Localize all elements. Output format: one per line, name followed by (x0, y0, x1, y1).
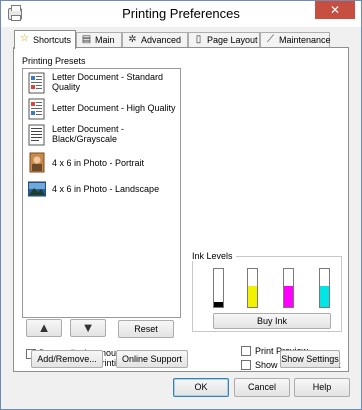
preset-item[interactable]: Letter Document - Black/Grayscale (26, 123, 176, 147)
ink-levels-group: Buy Ink (192, 256, 342, 332)
ink-fill-black (214, 302, 223, 307)
page-icon: ▯ (195, 34, 202, 45)
shortcuts-panel: Printing Presets Letter Document - Stand… (13, 47, 349, 372)
print-preview-checkbox[interactable] (241, 346, 251, 356)
add-remove-button[interactable]: Add/Remove... (31, 350, 103, 368)
tab-advanced[interactable]: ✲ Advanced (122, 32, 188, 48)
preset-item[interactable]: 4 x 6 in Photo - Portrait (26, 151, 176, 175)
tab-label: Main (95, 35, 115, 45)
tab-label: Shortcuts (33, 35, 72, 45)
preset-label: Letter Document - Black/Grayscale (52, 124, 125, 144)
preset-item[interactable]: Letter Document - Standard Quality (26, 71, 176, 95)
ink-levels-label: Ink Levels (192, 251, 236, 261)
ink-fill-magenta (284, 286, 293, 307)
preset-item[interactable]: Letter Document - High Quality (26, 97, 176, 121)
online-support-button[interactable]: Online Support (116, 350, 188, 368)
preset-label: 4 x 6 in Photo - Landscape (52, 184, 160, 194)
ink-bar-yellow (247, 268, 258, 308)
ink-bar-black (213, 268, 224, 308)
document-color-icon (28, 72, 46, 94)
move-down-button[interactable]: ▼ (70, 319, 106, 337)
tab-main[interactable]: ▤ Main (76, 32, 122, 48)
dialog-client-area: ☆ Shortcuts ▤ Main ✲ Advanced ▯ Page Lay… (8, 29, 354, 403)
tab-maintenance[interactable]: ⟋ Maintenance (260, 32, 331, 48)
photo-portrait-icon (28, 152, 46, 174)
printing-preferences-window: Printing Preferences ✕ ☆ Shortcuts ▤ Mai… (0, 0, 362, 410)
printing-presets-label: Printing Presets (22, 56, 86, 66)
reset-button[interactable]: Reset (118, 320, 174, 338)
printing-presets-list[interactable]: Letter Document - Standard Quality Lette… (22, 68, 181, 318)
move-up-button[interactable]: ▲ (26, 319, 62, 337)
show-screen-first-checkbox[interactable] (241, 360, 251, 370)
buy-ink-button[interactable]: Buy Ink (213, 313, 331, 329)
preset-item[interactable]: 4 x 6 in Photo - Landscape (26, 177, 176, 201)
show-settings-button[interactable]: Show Settings (280, 350, 340, 368)
ink-fill-cyan (320, 286, 329, 307)
tab-label: Maintenance (279, 35, 331, 45)
ink-bar-magenta (283, 268, 294, 308)
document-high-quality-icon (28, 98, 46, 120)
title-bar: Printing Preferences ✕ (1, 1, 361, 27)
tab-label: Advanced (141, 35, 182, 45)
window-title: Printing Preferences (122, 6, 240, 21)
ok-button[interactable]: OK (173, 378, 229, 397)
photo-landscape-icon (27, 178, 47, 200)
gear-icon: ✲ (128, 34, 137, 45)
tab-shortcuts[interactable]: ☆ Shortcuts (14, 30, 76, 49)
wrench-icon: ⟋ (267, 34, 274, 45)
ink-bar-cyan (319, 268, 330, 308)
printer-icon: ▤ (81, 34, 92, 45)
star-icon: ☆ (20, 33, 29, 44)
close-button[interactable]: ✕ (315, 1, 355, 19)
ink-fill-yellow (248, 286, 257, 307)
cancel-button[interactable]: Cancel (234, 378, 290, 397)
document-grayscale-icon (28, 124, 46, 146)
preset-label: Letter Document - Standard Quality (52, 72, 164, 92)
preset-label: 4 x 6 in Photo - Portrait (52, 158, 145, 168)
tab-label: Page Layout (207, 35, 258, 45)
tab-page-layout[interactable]: ▯ Page Layout (188, 32, 260, 48)
preset-label: Letter Document - High Quality (52, 103, 176, 113)
help-button[interactable]: Help (294, 378, 350, 397)
